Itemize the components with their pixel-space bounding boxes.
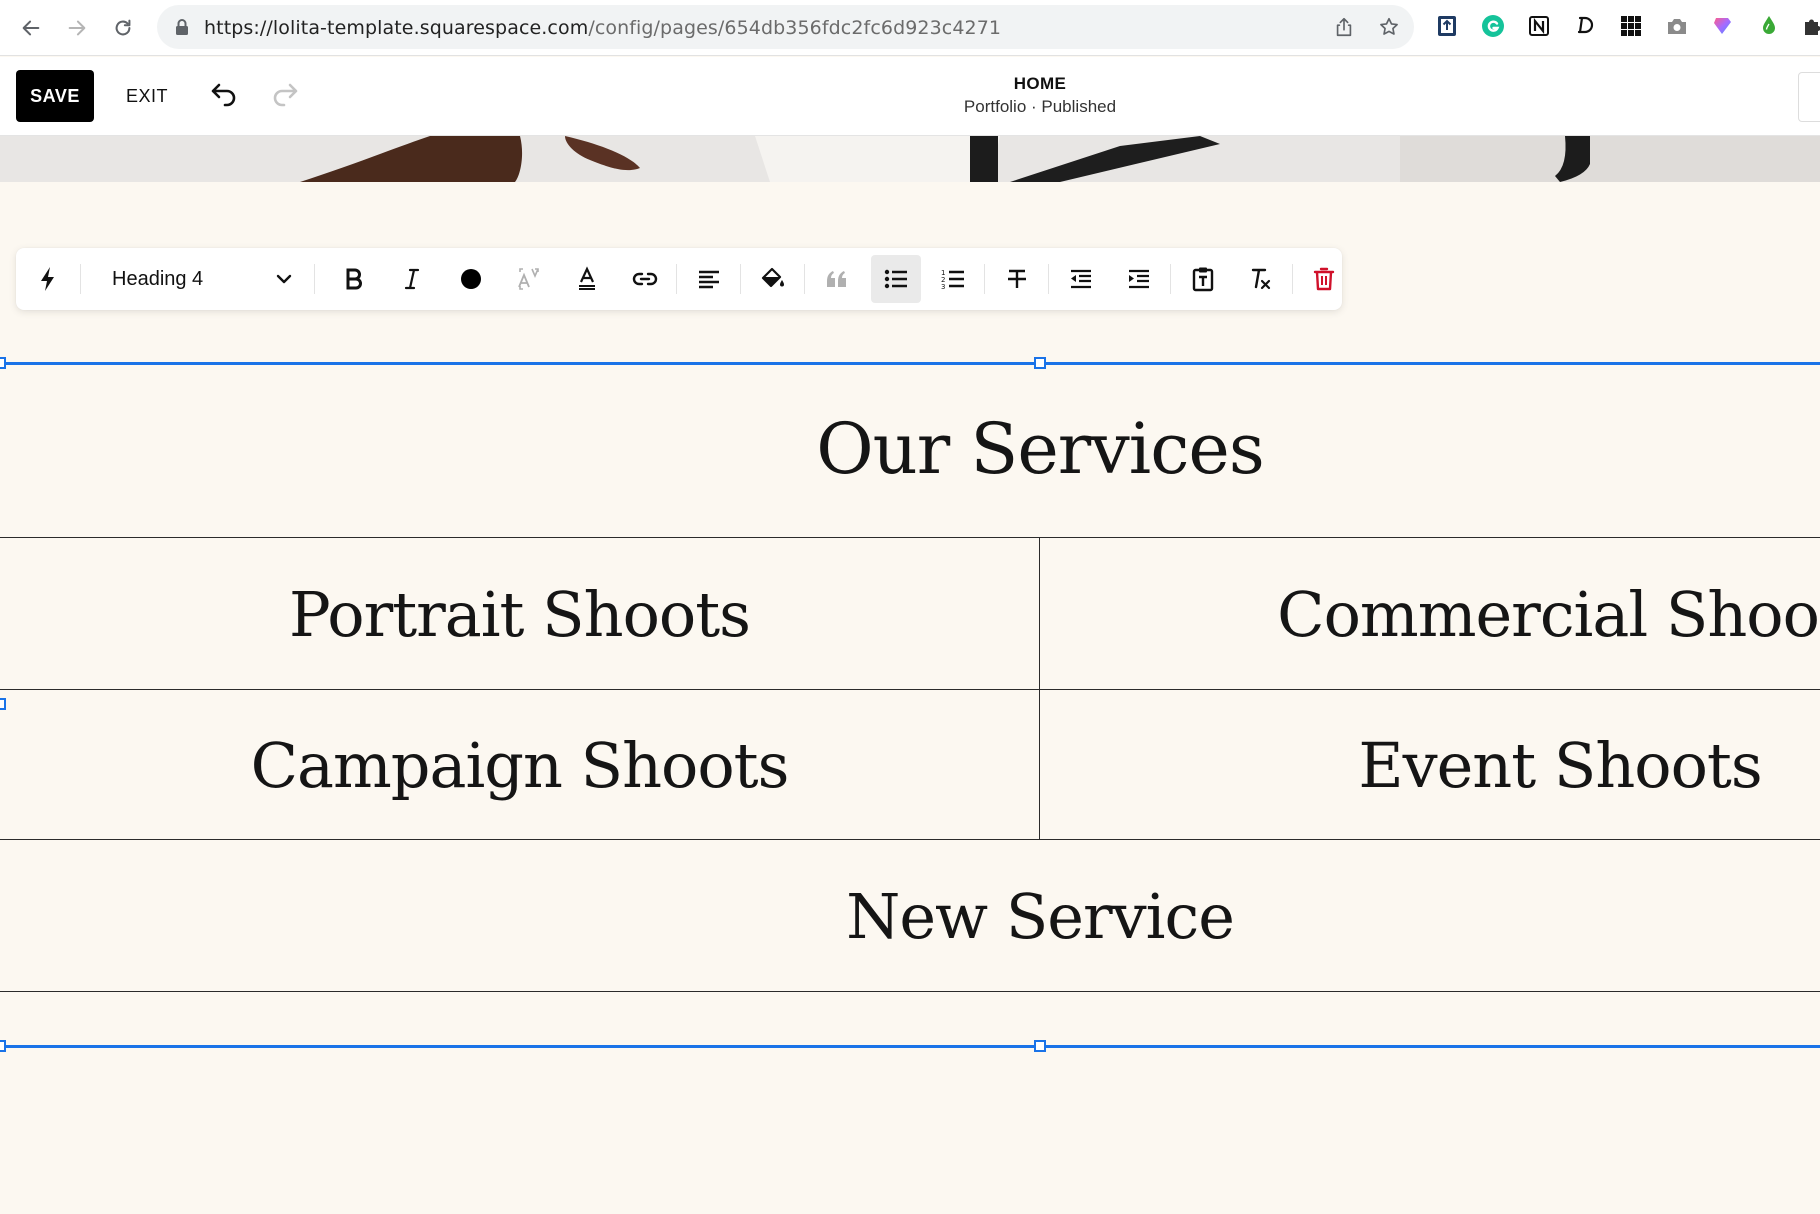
forward-button[interactable] [59, 10, 95, 46]
service-item[interactable]: Portrait Shoots [0, 578, 1039, 651]
table-rule [0, 839, 1820, 840]
align-left-icon [699, 270, 719, 289]
bulleted-list-button[interactable] [871, 255, 921, 303]
drop-icon[interactable] [1756, 13, 1782, 39]
address-bar[interactable]: https://lolita-template.squarespace.com/… [157, 5, 1414, 49]
services-heading[interactable]: Our Services [0, 408, 1820, 490]
resize-handle[interactable] [0, 1040, 6, 1052]
star-icon[interactable] [1378, 16, 1400, 38]
bulleted-list-icon [884, 269, 907, 289]
service-item[interactable]: Campaign Shoots [0, 729, 1039, 802]
align-left-button[interactable] [684, 255, 734, 303]
paste-plain-text-button[interactable] [1178, 255, 1228, 303]
page-title: HOME [1013, 74, 1067, 93]
text-style-dropdown[interactable]: Heading 4 [96, 255, 306, 303]
d-extension-icon[interactable] [1572, 13, 1598, 39]
reload-button[interactable] [105, 10, 141, 46]
outdent-icon [1071, 269, 1091, 289]
indent-button[interactable] [1114, 255, 1164, 303]
puzzle-icon[interactable] [1800, 13, 1820, 39]
service-item[interactable]: New Service [0, 880, 1820, 953]
resize-handle[interactable] [0, 698, 6, 710]
gradient-extension-icon[interactable] [1710, 13, 1736, 39]
paste-text-icon [1192, 267, 1214, 292]
lightning-icon [41, 267, 54, 291]
redo-icon[interactable] [268, 79, 304, 115]
grammarly-icon[interactable] [1480, 13, 1506, 39]
block-color-button[interactable] [748, 255, 798, 303]
strikethrough-button[interactable] [992, 255, 1042, 303]
toolbar-divider [676, 264, 677, 294]
svg-text:3: 3 [941, 283, 945, 291]
service-item[interactable]: Commercial Shoot [1040, 578, 1820, 651]
text-color-button[interactable] [446, 255, 496, 303]
color-dot-icon [461, 269, 481, 289]
back-button[interactable] [13, 10, 49, 46]
exit-button[interactable]: EXIT [122, 70, 172, 122]
editor-header: SAVE EXIT HOME Portfolio · Published [0, 57, 1820, 136]
bold-button[interactable] [329, 255, 379, 303]
highlight-button[interactable] [562, 255, 612, 303]
text-style-value: Heading 4 [112, 268, 204, 290]
camera-icon[interactable] [1664, 13, 1690, 39]
toolbar-divider [1048, 264, 1049, 294]
arrow-left-icon [22, 20, 40, 36]
bold-icon [346, 268, 362, 290]
arrow-right-icon [68, 20, 86, 36]
resize-handle[interactable] [1034, 1040, 1046, 1052]
undo-icon[interactable] [205, 79, 241, 115]
link-icon [632, 272, 658, 286]
toolbar-divider [1292, 264, 1293, 294]
quote-button[interactable] [812, 255, 862, 303]
indent-icon [1129, 269, 1149, 289]
clear-formatting-button[interactable] [1236, 255, 1286, 303]
selection-top-border [0, 362, 1820, 365]
superscript-button[interactable] [504, 255, 554, 303]
grid-apps-icon[interactable] [1618, 13, 1644, 39]
outdent-button[interactable] [1056, 255, 1106, 303]
text-format-toolbar: Heading 4 123 [16, 248, 1342, 310]
quote-icon [827, 271, 846, 287]
clear-format-icon [1251, 268, 1271, 290]
service-item[interactable]: Event Shoots [1040, 729, 1820, 802]
table-rule [0, 689, 1820, 690]
trash-icon [1313, 267, 1335, 291]
notion-icon[interactable] [1526, 13, 1552, 39]
reload-icon [115, 19, 131, 36]
lock-icon [176, 19, 188, 35]
page-status: Portfolio · Published [963, 97, 1117, 116]
paint-bucket-icon [761, 267, 784, 288]
italic-button[interactable] [387, 255, 437, 303]
browser-toolbar: https://lolita-template.squarespace.com/… [0, 0, 1820, 56]
table-rule [0, 991, 1820, 992]
strikethrough-icon [1008, 269, 1026, 288]
save-button[interactable]: SAVE [16, 70, 94, 122]
text-size-icon [518, 268, 539, 290]
resize-handle[interactable] [0, 357, 6, 369]
url-host: https://lolita-template.squarespace.com [204, 17, 589, 39]
toolbar-divider [80, 264, 81, 294]
toolbar-divider [740, 264, 741, 294]
toolbar-divider [314, 264, 315, 294]
text-highlight-icon [579, 266, 595, 290]
site-panel-edge[interactable] [1798, 72, 1820, 122]
toolbar-divider [804, 264, 805, 294]
numbered-list-button[interactable]: 123 [928, 255, 978, 303]
toolbar-divider [1170, 264, 1171, 294]
italic-icon [404, 268, 420, 290]
selection-bottom-border [0, 1045, 1820, 1048]
share-icon[interactable] [1333, 16, 1355, 38]
clipboard-icon[interactable] [1434, 13, 1460, 39]
resize-handle[interactable] [1034, 357, 1046, 369]
numbered-list-icon: 123 [941, 269, 964, 291]
chevron-down-icon [276, 274, 292, 284]
ai-assist-button[interactable] [23, 255, 73, 303]
url-path: /config/pages/654db356fdc2fc6d923c4271 [588, 17, 1002, 39]
table-rule [0, 537, 1820, 538]
link-button[interactable] [620, 255, 670, 303]
toolbar-divider [984, 264, 985, 294]
url-text: https://lolita-template.squarespace.com/… [204, 17, 1001, 39]
delete-block-button[interactable] [1299, 255, 1349, 303]
hero-image [0, 136, 1820, 182]
